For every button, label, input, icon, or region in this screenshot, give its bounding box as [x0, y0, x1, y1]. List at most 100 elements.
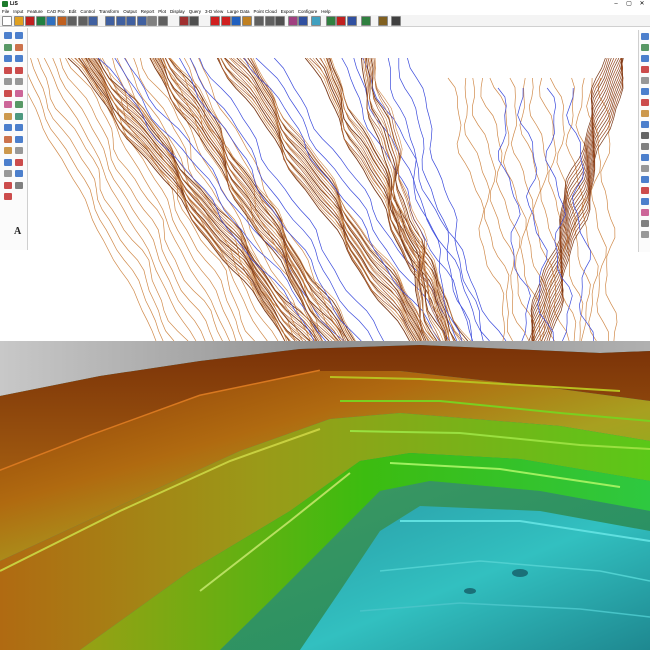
draw-line-icon[interactable] — [4, 32, 12, 39]
menu-item-plot[interactable]: Plot — [158, 9, 166, 14]
track-icon[interactable] — [641, 110, 649, 117]
menu-item-3-d-view[interactable]: 3-D View — [205, 9, 223, 14]
node-icon[interactable] — [4, 66, 12, 74]
new-file-icon[interactable] — [2, 16, 13, 26]
menu-item-large-data[interactable]: Large Data — [227, 9, 249, 14]
object-snap-icon[interactable] — [641, 99, 649, 106]
menu-item-file[interactable]: File — [2, 9, 9, 14]
menu-item-feature[interactable]: Feature — [27, 9, 43, 14]
triangle-icon[interactable] — [4, 158, 12, 166]
lineweight-icon[interactable] — [641, 121, 649, 128]
menu-item-export[interactable]: Export — [281, 9, 294, 14]
zoom-icon[interactable] — [641, 154, 649, 161]
refresh-icon[interactable] — [231, 16, 241, 26]
move-icon[interactable] — [4, 78, 12, 85]
ruler-icon[interactable] — [275, 16, 286, 26]
close-button[interactable]: ✕ — [636, 0, 648, 8]
layer-icon[interactable] — [178, 16, 189, 26]
zoom-extents-icon[interactable] — [126, 16, 136, 26]
trim-icon[interactable] — [15, 101, 23, 108]
hatch-icon[interactable] — [15, 181, 23, 189]
circle-icon[interactable] — [4, 55, 12, 62]
brush-icon[interactable] — [287, 16, 298, 26]
redo-icon[interactable] — [77, 16, 88, 26]
point-icon[interactable] — [15, 55, 23, 62]
render-icon[interactable] — [641, 187, 649, 194]
extend-icon[interactable] — [4, 112, 12, 120]
sample-icon[interactable] — [346, 16, 357, 26]
grid-snap-icon[interactable] — [641, 66, 649, 73]
save-green-icon[interactable] — [35, 16, 46, 26]
zoom-out-icon[interactable] — [105, 16, 115, 26]
maximize-button[interactable]: ▢ — [623, 0, 635, 8]
symbol-icon[interactable] — [15, 170, 23, 177]
snap-icon[interactable] — [641, 55, 649, 62]
cloud-icon[interactable] — [310, 16, 321, 26]
copy-icon[interactable] — [15, 78, 23, 85]
grid-icon[interactable] — [189, 16, 199, 26]
pencil-icon[interactable] — [264, 16, 275, 26]
volume-icon[interactable] — [15, 158, 23, 166]
menu-item-cad-pro[interactable]: CAD Pro — [47, 9, 65, 14]
arc-icon[interactable] — [15, 43, 23, 51]
label-icon[interactable] — [15, 135, 23, 143]
ortho-icon[interactable] — [641, 77, 649, 84]
join-icon[interactable] — [4, 135, 12, 143]
picture-icon[interactable] — [254, 16, 265, 26]
arrow-icon[interactable] — [298, 16, 309, 26]
shade-icon[interactable] — [641, 198, 649, 205]
menu-item-control[interactable]: Control — [80, 9, 95, 14]
dim-icon[interactable] — [4, 181, 12, 189]
tin-icon[interactable] — [325, 16, 336, 26]
3d-terrain-view[interactable] — [0, 341, 650, 650]
text-N-icon[interactable] — [220, 16, 231, 26]
undo-icon[interactable] — [67, 16, 78, 26]
light-icon[interactable] — [641, 209, 649, 216]
menu-item-output[interactable]: Output — [123, 9, 137, 14]
select-icon[interactable] — [15, 32, 23, 39]
chart-icon[interactable] — [4, 170, 12, 177]
image-icon[interactable] — [241, 16, 252, 26]
properties-icon[interactable] — [641, 44, 649, 51]
minimize-button[interactable]: – — [610, 0, 622, 8]
pan-icon[interactable] — [641, 165, 649, 172]
menu-item-input[interactable]: Input — [13, 9, 23, 14]
delete-icon[interactable] — [4, 89, 12, 97]
car-icon[interactable] — [390, 16, 401, 26]
paint-icon[interactable] — [361, 16, 372, 26]
menu-item-display[interactable]: Display — [170, 9, 185, 14]
settings-icon[interactable] — [641, 231, 649, 238]
layer-manager-icon[interactable] — [641, 33, 649, 40]
menu-item-query[interactable]: Query — [189, 9, 201, 14]
plan-view-canvas[interactable] — [28, 58, 638, 341]
offset-icon[interactable] — [4, 124, 12, 131]
zoom-previous-icon[interactable] — [136, 16, 147, 26]
zoom-dropdown-icon[interactable] — [157, 16, 168, 26]
pan-hand-icon[interactable] — [147, 16, 157, 26]
measure-icon[interactable] — [4, 193, 12, 200]
view-icon[interactable] — [641, 176, 649, 183]
save-icon[interactable] — [25, 16, 36, 26]
menu-item-configure[interactable]: Configure — [298, 9, 318, 14]
polar-icon[interactable] — [641, 88, 649, 95]
menu-item-edit[interactable]: Edit — [69, 9, 77, 14]
zoom-in-icon[interactable] — [88, 16, 99, 26]
scale-icon[interactable] — [4, 101, 12, 108]
person-icon[interactable] — [378, 16, 388, 26]
palette-icon[interactable] — [56, 16, 67, 26]
eraser-icon[interactable] — [336, 16, 346, 26]
fillet-icon[interactable] — [15, 112, 23, 120]
zoom-window-icon[interactable] — [115, 16, 126, 26]
text-tool-button[interactable]: A — [14, 226, 21, 237]
break-icon[interactable] — [15, 124, 23, 131]
model-icon[interactable] — [641, 132, 649, 139]
camera-icon[interactable] — [641, 220, 649, 227]
menu-item-point-cloud[interactable]: Point Cloud — [253, 9, 276, 14]
polyline-icon[interactable] — [4, 43, 12, 51]
open-folder-icon[interactable] — [13, 16, 24, 26]
edit-icon[interactable] — [15, 66, 23, 74]
globe-icon[interactable] — [46, 16, 57, 26]
surface-icon[interactable] — [15, 147, 23, 154]
contour-icon[interactable] — [4, 147, 12, 154]
text-T-icon[interactable] — [210, 16, 220, 26]
